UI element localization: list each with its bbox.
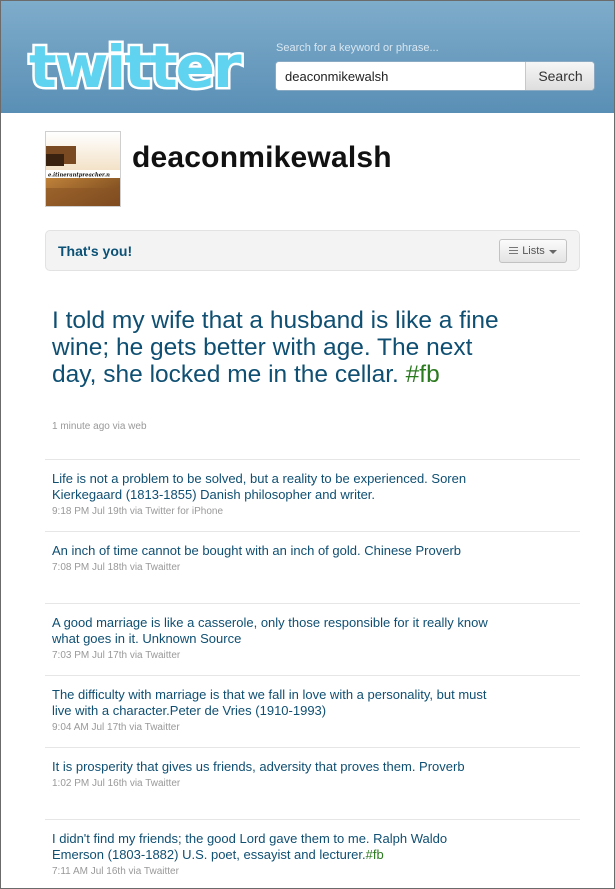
thats-you-label: That's you! — [58, 243, 133, 259]
search-hint: Search for a keyword or phrase... — [276, 42, 439, 54]
latest-tweet: I told my wife that a husband is like a … — [52, 307, 512, 388]
search-input[interactable] — [276, 62, 525, 90]
tweet-meta[interactable]: 7:08 PM Jul 18th via Twaitter — [52, 562, 573, 573]
thats-you-bar: That's you! Lists — [45, 230, 580, 271]
profile-name[interactable]: deaconmikewalsh — [132, 141, 392, 175]
tweet-item: An inch of time cannot be bought with an… — [45, 531, 580, 603]
tweet-item: A good marriage is like a casserole, onl… — [45, 603, 580, 675]
list-icon — [509, 247, 519, 255]
tweet-item: I didn't find my friends; the good Lord … — [45, 819, 580, 889]
tweet-meta[interactable]: 9:18 PM Jul 19th via Twitter for iPhone — [52, 506, 573, 517]
tweet-text: I didn't find my friends; the good Lord … — [52, 831, 448, 862]
tweet-text: A good marriage is like a casserole, onl… — [52, 615, 488, 646]
tweet-meta[interactable]: 9:04 AM Jul 17th via Twaitter — [52, 722, 573, 733]
search-button[interactable]: Search — [525, 62, 594, 90]
site-header: twitter Search for a keyword or phrase..… — [1, 1, 614, 113]
avatar-image: e.itinerantpreacher.n — [46, 132, 120, 206]
tweet-stream: Life is not a problem to be solved, but … — [45, 459, 580, 889]
caret-down-icon — [548, 249, 557, 254]
tweet-text: It is prosperity that gives us friends, … — [52, 759, 465, 774]
hashtag-link[interactable]: #fb — [406, 361, 440, 388]
tweet-text: Life is not a problem to be solved, but … — [52, 471, 467, 502]
tweet-meta[interactable]: 7:11 AM Jul 16th via Twaitter — [52, 866, 573, 877]
tweet-item: The difficulty with marriage is that we … — [45, 675, 580, 747]
tweet-text: An inch of time cannot be bought with an… — [52, 543, 462, 558]
tweet-item: It is prosperity that gives us friends, … — [45, 747, 580, 819]
search-box: Search — [275, 61, 595, 91]
avatar[interactable]: e.itinerantpreacher.n — [45, 131, 121, 207]
tweet-meta[interactable]: 7:03 PM Jul 17th via Twaitter — [52, 650, 573, 661]
svg-text:e.itinerantpreacher.n: e.itinerantpreacher.n — [48, 173, 110, 179]
twitter-logo[interactable]: twitter — [25, 31, 247, 101]
latest-tweet-meta[interactable]: 1 minute ago via web — [52, 421, 147, 432]
lists-button-label: Lists — [522, 245, 545, 257]
svg-text:twitter: twitter — [29, 33, 242, 101]
tweet-item: Life is not a problem to be solved, but … — [45, 459, 580, 531]
lists-button[interactable]: Lists — [499, 239, 567, 263]
tweet-text: The difficulty with marriage is that we … — [52, 687, 487, 718]
tweet-meta[interactable]: 1:02 PM Jul 16th via Twaitter — [52, 778, 573, 789]
hashtag-link[interactable]: #fb — [366, 847, 384, 862]
